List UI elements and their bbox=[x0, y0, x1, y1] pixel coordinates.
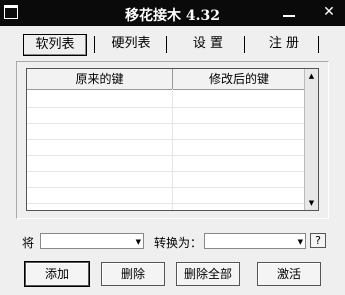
tab-separator bbox=[166, 36, 167, 53]
tab-separator bbox=[244, 36, 245, 53]
tab-separator bbox=[94, 36, 95, 53]
tab-bar: 软列表 硬列表 设 置 注 册 bbox=[0, 34, 345, 56]
grid-line bbox=[27, 123, 305, 124]
key-mapping-list[interactable]: 原来的键 修改后的键 ▲ ▼ bbox=[26, 68, 319, 211]
grid-line bbox=[27, 187, 305, 188]
list-header: 原来的键 修改后的键 bbox=[27, 69, 305, 90]
activate-button[interactable]: 激活 bbox=[257, 262, 321, 286]
grid-line bbox=[27, 155, 305, 156]
dropdown-arrow-icon: ▼ bbox=[135, 238, 141, 246]
tab-soft-list[interactable]: 软列表 bbox=[23, 34, 87, 56]
add-button[interactable]: 添加 bbox=[24, 261, 90, 287]
vertical-scrollbar[interactable]: ▲ ▼ bbox=[304, 69, 318, 210]
tab-register[interactable]: 注 册 bbox=[256, 34, 312, 54]
delete-all-button[interactable]: 删除全部 bbox=[176, 262, 240, 286]
dropdown-arrow-icon: ▼ bbox=[297, 238, 303, 246]
column-modified-key[interactable]: 修改后的键 bbox=[173, 69, 305, 89]
to-key-label: 转换为： bbox=[154, 236, 203, 250]
grid-line bbox=[27, 203, 305, 204]
scroll-down-icon[interactable]: ▼ bbox=[305, 197, 318, 209]
tab-hard-list[interactable]: 硬列表 bbox=[103, 34, 159, 54]
grid-line bbox=[27, 171, 305, 172]
grid-line bbox=[27, 139, 305, 140]
minimize-icon bbox=[283, 15, 295, 17]
title-bar: 移花接木 4.32 ✕ bbox=[0, 0, 345, 26]
grid-line bbox=[27, 107, 305, 108]
from-key-label: 将 bbox=[22, 236, 35, 250]
tab-separator bbox=[318, 36, 319, 53]
column-original-key[interactable]: 原来的键 bbox=[27, 69, 173, 89]
minimize-button[interactable] bbox=[279, 3, 299, 17]
from-key-select[interactable]: ▼ bbox=[40, 233, 144, 249]
scroll-up-icon[interactable]: ▲ bbox=[305, 70, 318, 82]
delete-button[interactable]: 删除 bbox=[101, 262, 165, 286]
tab-settings[interactable]: 设 置 bbox=[180, 34, 236, 54]
help-button[interactable]: ? bbox=[310, 233, 326, 248]
close-icon: ✕ bbox=[323, 4, 335, 20]
close-button[interactable]: ✕ bbox=[319, 3, 339, 21]
to-key-select[interactable]: ▼ bbox=[204, 233, 306, 249]
